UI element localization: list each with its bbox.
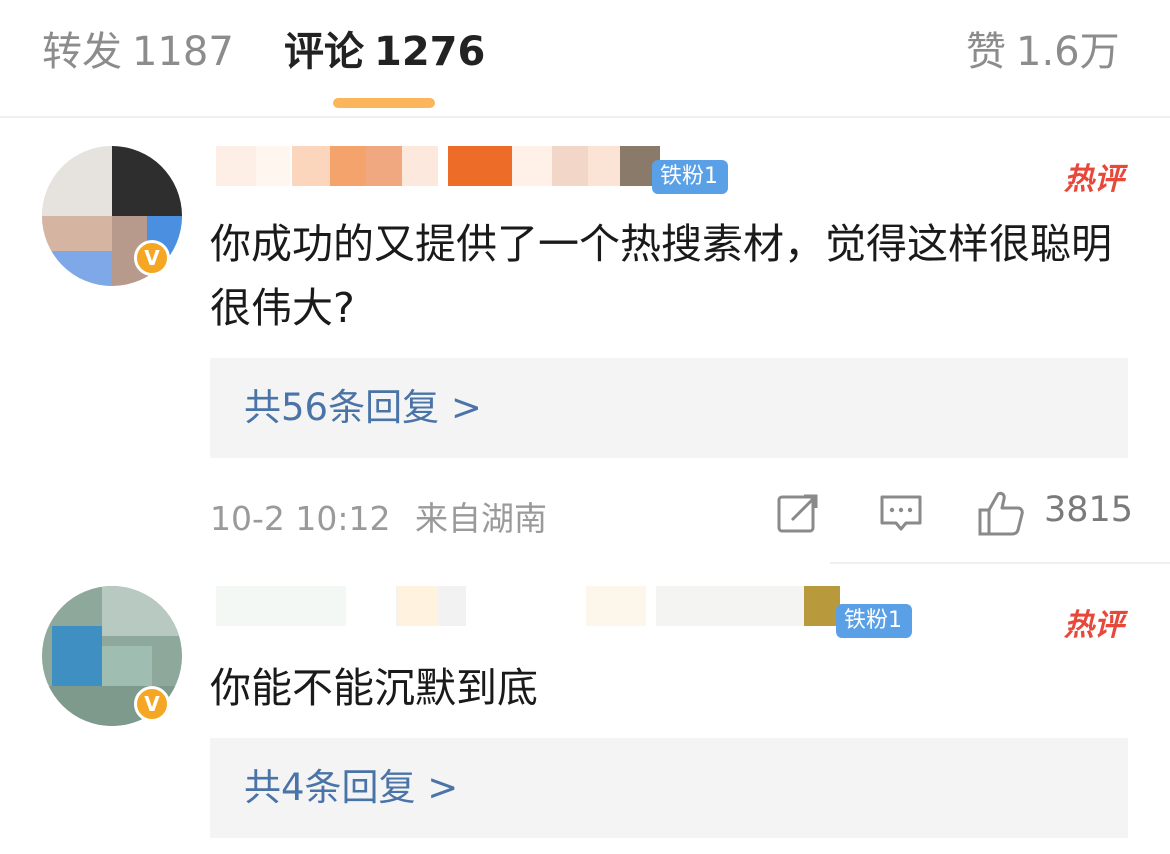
- hot-comment-tag: 热评: [1064, 162, 1124, 197]
- verified-badge-icon: V: [134, 686, 170, 722]
- tab-comment[interactable]: 评论 1276: [284, 26, 485, 78]
- tab-comment-label: 评论: [284, 29, 364, 75]
- replies-link[interactable]: 共4条回复 >: [210, 738, 1128, 838]
- fan-badge: 铁粉1: [652, 160, 728, 194]
- comment-text: 你能不能沉默到底: [210, 664, 538, 712]
- fan-badge: 铁粉1: [836, 604, 912, 638]
- comment-actions: 3815: [0, 486, 1170, 542]
- repost-icon[interactable]: [776, 492, 820, 536]
- tab-like[interactable]: 赞 1.6万: [966, 26, 1120, 78]
- verified-badge-icon: V: [134, 240, 170, 276]
- replies-link[interactable]: 共56条回复 >: [210, 358, 1128, 458]
- username-mosaic[interactable]: [216, 586, 806, 626]
- like-count: 3815: [1044, 490, 1134, 530]
- hot-comment-tag: 热评: [1064, 608, 1124, 643]
- tab-comment-count: 1276: [374, 29, 486, 75]
- comment-text: 你成功的又提供了一个热搜素材，觉得这样很聪明很伟大?: [210, 220, 1112, 332]
- tab-repost-count: 1187: [132, 29, 234, 75]
- tab-repost-label: 转发: [42, 29, 122, 75]
- tab-like-count: 1.6万: [1016, 29, 1120, 75]
- active-tab-indicator: [333, 98, 435, 108]
- tab-repost[interactable]: 转发 1187: [42, 26, 234, 78]
- fan-avatar-mosaic: [804, 586, 840, 626]
- tab-like-label: 赞: [966, 29, 1006, 75]
- tab-bar: 转发 1187 评论 1276 赞 1.6万: [0, 0, 1170, 118]
- comment-divider: [830, 562, 1170, 564]
- username-mosaic[interactable]: [216, 146, 636, 186]
- like-icon[interactable]: [976, 488, 1026, 538]
- comment-icon[interactable]: [878, 492, 924, 536]
